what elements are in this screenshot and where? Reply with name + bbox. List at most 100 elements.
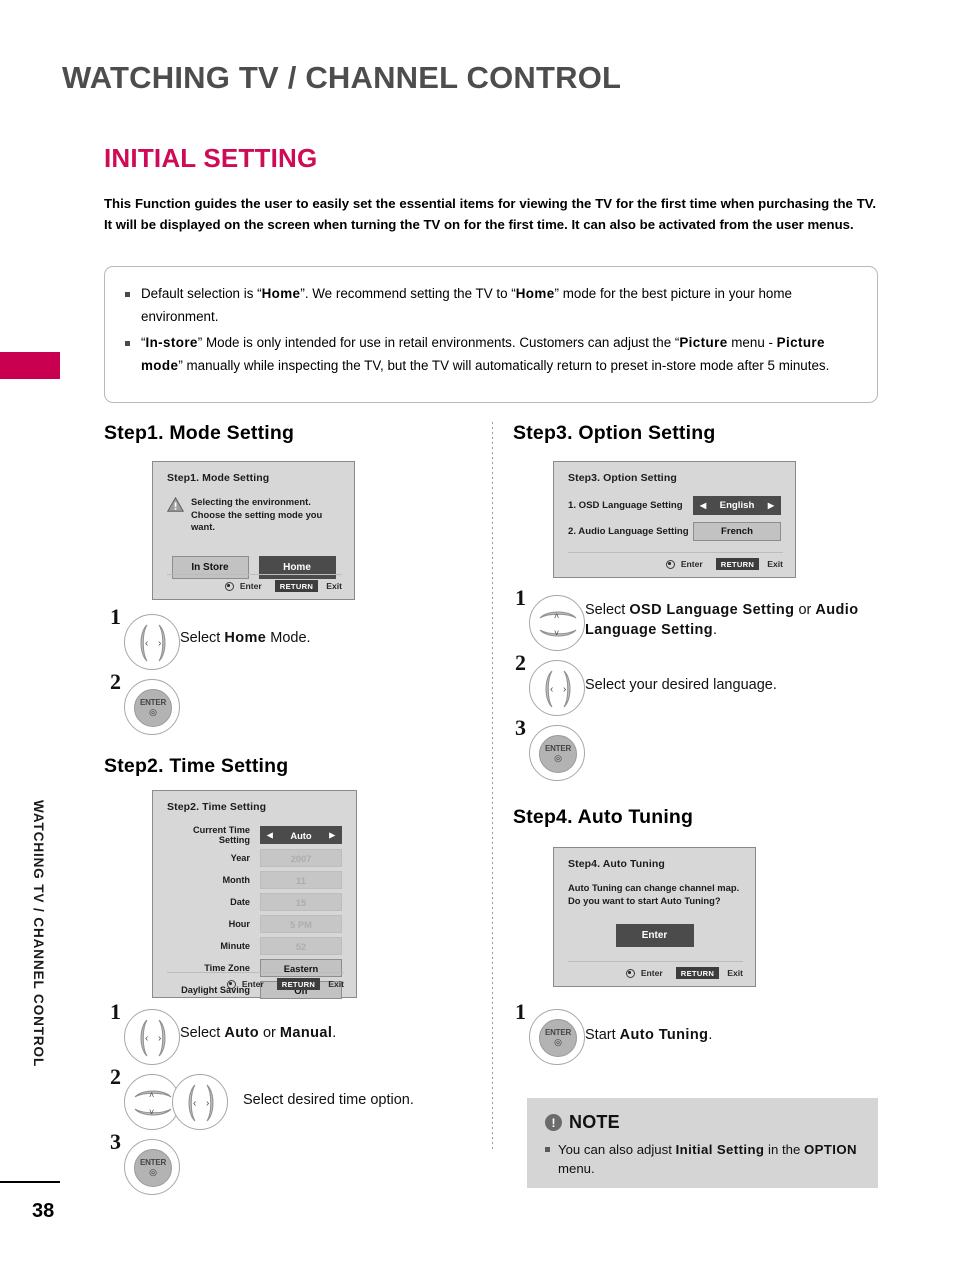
step4-footer-exit: Exit — [727, 968, 743, 978]
enter-key[interactable]: ENTER ◎ — [124, 679, 180, 735]
time-setting-value-text: 2007 — [290, 852, 312, 864]
return-badge: RETURN — [675, 967, 720, 979]
left-right-key[interactable]: ‹ › — [172, 1074, 228, 1130]
step4-osd-dialog: Step4. Auto Tuning Auto Tuning can chang… — [553, 847, 756, 987]
step2-action-2-text: Select desired time option. — [243, 1092, 414, 1108]
enter-key-label: ENTER — [139, 698, 167, 707]
auto-tuning-enter-button[interactable]: Enter — [615, 924, 694, 947]
step1-footer-exit: Exit — [326, 581, 342, 591]
note-box: ! NOTE You can also adjust Initial Setti… — [527, 1098, 878, 1188]
time-setting-row: Current Time Setting ◀ ▶ Auto — [167, 825, 342, 845]
step4-heading: Step4. Auto Tuning — [513, 806, 694, 828]
svg-text:‹: ‹ — [550, 684, 553, 695]
step1-heading: Step1. Mode Setting — [104, 422, 295, 444]
step3-action-3: 3 ENTER ◎ — [515, 715, 585, 781]
enter-key-inner: ENTER ◎ — [134, 689, 172, 727]
left-arrow-icon[interactable]: ◀ — [700, 501, 706, 510]
left-right-key[interactable]: ‹ › — [124, 1009, 180, 1065]
step3-action-1: 1 ˄ ˅ — [515, 585, 585, 651]
note-body-text: You can also adjust Initial Setting in t… — [558, 1142, 857, 1176]
step2-action-1-number: 1 — [110, 999, 121, 1024]
warning-triangle-icon — [167, 497, 184, 512]
step3-action-2: 2 ‹ › — [515, 650, 585, 716]
enter-key[interactable]: ENTER ◎ — [529, 725, 585, 781]
left-arrow-icon[interactable]: ◀ — [267, 831, 273, 839]
note-body: You can also adjust Initial Setting in t… — [545, 1140, 862, 1178]
step4-action-1-text: Start Auto Tuning. — [585, 1027, 713, 1043]
time-setting-value[interactable]: ◀ ▶ Auto — [260, 826, 342, 844]
step1-message-line1: Selecting the environment. — [191, 496, 311, 507]
time-setting-value: 15 — [260, 893, 342, 911]
time-setting-row: Hour 5 PM — [167, 915, 342, 933]
up-down-key[interactable]: ˄ ˅ — [529, 595, 585, 651]
step1-action-1: 1 ‹ › — [110, 604, 180, 670]
option-setting-value-text: French — [721, 526, 753, 537]
section-title: INITIAL SETTING — [104, 143, 318, 173]
step4-message-line1: Auto Tuning can change channel map. — [568, 882, 740, 893]
footer-rule — [0, 1181, 60, 1183]
callout-bullet-2: “In-store” Mode is only intended for use… — [125, 332, 859, 377]
step4-button-row: Enter — [568, 924, 741, 947]
svg-text:˅: ˅ — [554, 628, 559, 638]
step4-osd-title: Step4. Auto Tuning — [568, 858, 665, 870]
page-title: WATCHING TV / CHANNEL CONTROL — [62, 60, 622, 95]
step2-action-2-alt-key: ‹ › — [172, 1074, 228, 1130]
step1-action-1-number: 1 — [110, 604, 121, 629]
exclamation-icon: ! — [545, 1114, 562, 1131]
step3-footer-enter: Enter — [680, 559, 703, 569]
bullet-square-icon — [125, 341, 130, 346]
step1-footer-enter: Enter — [239, 581, 262, 591]
option-setting-value[interactable]: French — [693, 522, 781, 541]
step2-action-2: 2 ˄ ˅ — [110, 1064, 180, 1130]
step2-heading: Step2. Time Setting — [104, 755, 289, 777]
step1-message-row: Selecting the environment. Choose the se… — [167, 496, 340, 534]
note-header: ! NOTE — [545, 1112, 862, 1133]
step2-action-1-text: Select Auto or Manual. — [180, 1025, 337, 1041]
step4-message: Auto Tuning can change channel map. Do y… — [568, 882, 741, 907]
left-right-key[interactable]: ‹ › — [124, 614, 180, 670]
right-arrow-icon[interactable]: ▶ — [329, 831, 335, 839]
step1-osd-footer: Enter RETURN Exit — [167, 574, 342, 592]
step3-osd-dialog: Step3. Option Setting 1. OSD Language Se… — [553, 461, 796, 578]
enter-key[interactable]: ENTER ◎ — [124, 1139, 180, 1195]
step2-osd-footer: Enter RETURN Exit — [167, 972, 344, 990]
page-number: 38 — [32, 1200, 55, 1222]
step1-action-2: 2 ENTER ◎ — [110, 669, 180, 735]
sidebar-vertical-label-wrap: WATCHING TV / CHANNEL CONTROL — [31, 408, 70, 1067]
time-setting-value-text: 11 — [296, 874, 306, 886]
enter-key[interactable]: ENTER ◎ — [529, 1009, 585, 1065]
step3-action-1-number: 1 — [515, 585, 526, 610]
return-badge: RETURN — [276, 978, 321, 990]
option-setting-label: 2. Audio Language Setting — [568, 526, 689, 537]
time-setting-value: 5 PM — [260, 915, 342, 933]
callout-bullet-1: Default selection is “Home”. We recommen… — [125, 283, 859, 328]
sidebar-vertical-label: WATCHING TV / CHANNEL CONTROL — [31, 800, 46, 1068]
svg-text:˄: ˄ — [554, 611, 559, 621]
step4-message-line2: Do you want to start Auto Tuning? — [568, 894, 721, 906]
step1-action-2-number: 2 — [110, 669, 121, 694]
intro-paragraph: This Function guides the user to easily … — [104, 196, 876, 232]
enter-dot-icon — [224, 581, 234, 591]
time-setting-value-text: 5 PM — [290, 918, 312, 930]
time-setting-row: Month 11 — [167, 871, 342, 889]
step2-action-2-number: 2 — [110, 1064, 121, 1089]
enter-key-label: ENTER — [139, 1158, 167, 1167]
step3-action-1-text: Select OSD Language Setting or Audio Lan… — [585, 602, 859, 638]
enter-dot-icon — [625, 968, 635, 978]
step3-action-2-number: 2 — [515, 650, 526, 675]
step2-footer-enter: Enter — [241, 979, 264, 989]
enter-key-dot-icon: ◎ — [149, 1167, 157, 1177]
step1-message: Selecting the environment. Choose the se… — [191, 496, 340, 534]
time-setting-label: Hour — [228, 919, 250, 929]
time-setting-value-text: 15 — [295, 896, 307, 908]
column-divider — [492, 422, 493, 1152]
time-setting-label: Minute — [220, 941, 250, 951]
option-setting-row: 1. OSD Language Setting ◀ ▶ English — [568, 496, 781, 515]
svg-text:‹: ‹ — [145, 1033, 148, 1044]
left-right-key[interactable]: ‹ › — [529, 660, 585, 716]
enter-key-dot-icon: ◎ — [149, 707, 157, 717]
time-setting-row: Year 2007 — [167, 849, 342, 867]
option-setting-value[interactable]: ◀ ▶ English — [693, 496, 781, 515]
right-arrow-icon[interactable]: ▶ — [768, 501, 774, 510]
time-setting-value: 52 — [260, 937, 342, 955]
